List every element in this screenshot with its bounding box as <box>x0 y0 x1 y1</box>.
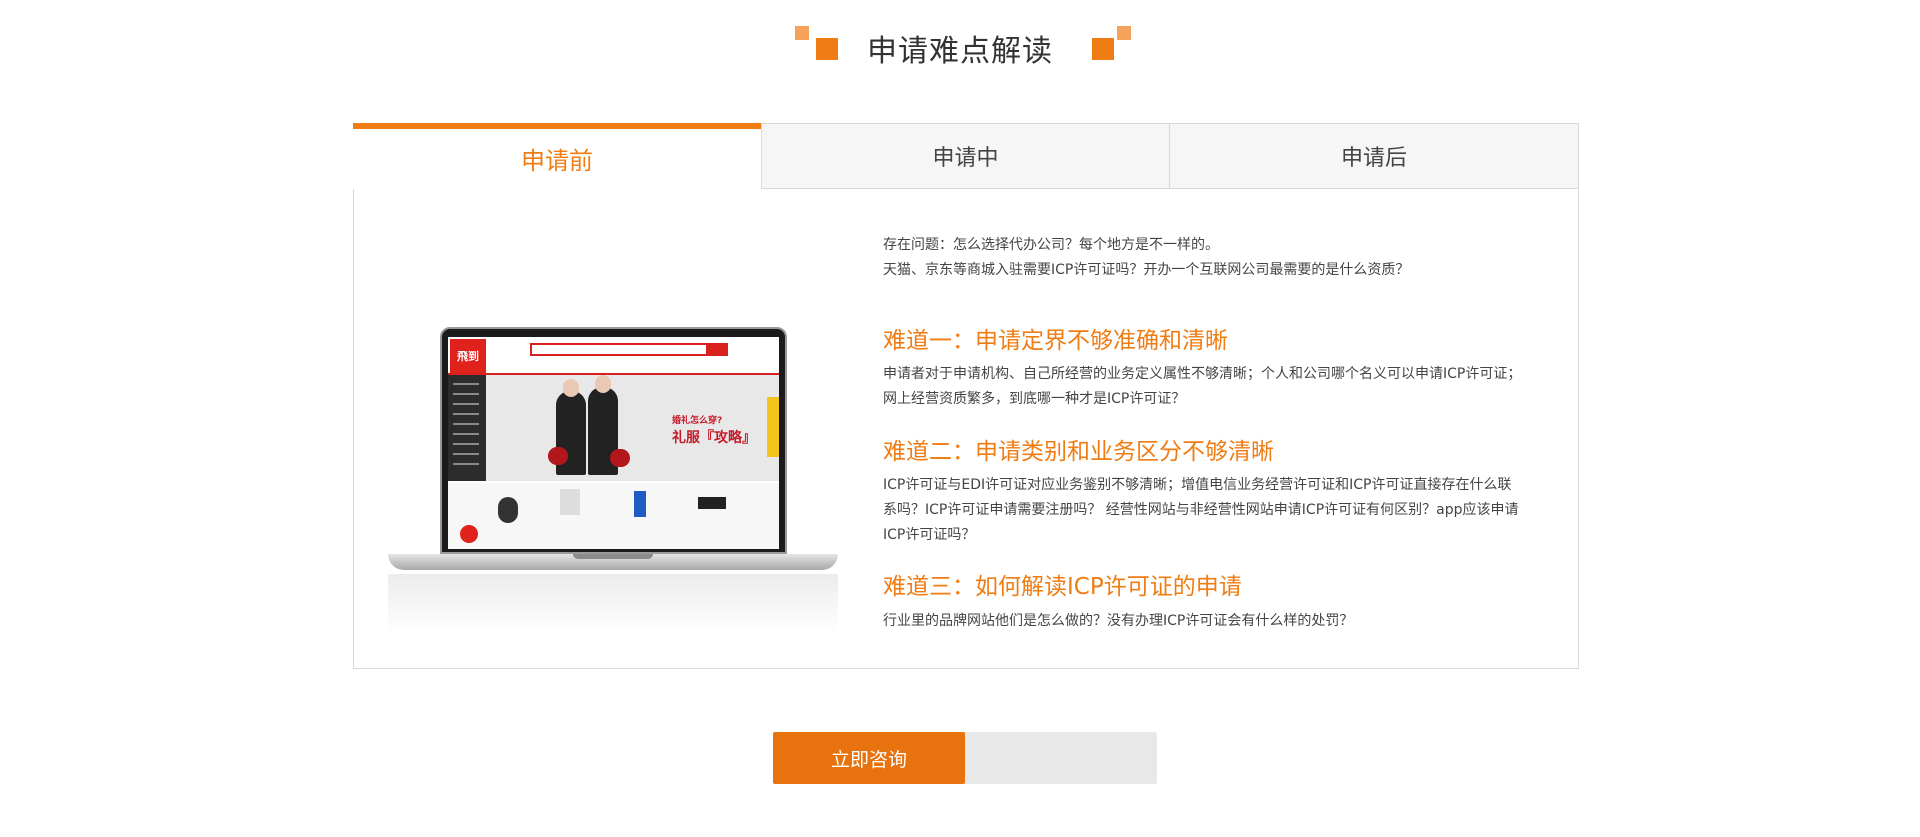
site-products <box>448 483 779 549</box>
sidebar-line <box>453 393 479 395</box>
sidebar-line <box>453 443 479 445</box>
screen-header: 飛到 <box>448 337 779 375</box>
flower-bouquet <box>548 447 568 465</box>
decor-square-icon <box>1092 38 1114 60</box>
product-bottle <box>634 491 646 517</box>
sidebar-line <box>453 453 479 455</box>
difficulty-body: 行业里的品牌网站他们是怎么做的？没有办理ICP许可证会有什么样的处罚？ <box>883 613 1354 629</box>
problem-block: 存在问题：怎么选择代办公司？每个地方是不一样的。 天猫、京东等商城入驻需要ICP… <box>883 233 1523 283</box>
carousel-dots <box>658 473 698 488</box>
product-badge <box>460 525 478 543</box>
site-search-box <box>530 343 710 356</box>
sidebar-line <box>453 423 479 425</box>
sidebar-line <box>453 403 479 405</box>
decor-square-icon <box>1117 26 1131 40</box>
tab-during-apply[interactable]: 申请中 <box>761 123 1170 189</box>
banner-side-ad <box>767 397 779 457</box>
flower-bouquet <box>610 449 630 467</box>
sidebar-line <box>453 383 479 385</box>
difficulty-heading: 难道一：申请定界不够准确和清晰 <box>883 328 1228 354</box>
tab-bar: 申请前 申请中 申请后 <box>353 123 1579 189</box>
sidebar-line <box>453 433 479 435</box>
consult-button[interactable]: 立即咨询 <box>773 732 965 784</box>
sidebar-line <box>453 413 479 415</box>
site-sidebar <box>448 375 486 481</box>
consult-bar: 立即咨询 <box>773 732 1157 784</box>
site-logo: 飛到 <box>450 339 486 373</box>
banner-text: 婚礼怎么穿? <box>672 416 723 426</box>
model-face <box>595 375 611 393</box>
difficulty-heading: 难道二：申请类别和业务区分不够清晰 <box>883 439 1274 465</box>
problem-line: 天猫、京东等商城入驻需要ICP许可证吗？开办一个互联网公司最需要的是什么资质？ <box>883 262 1410 278</box>
model-face <box>563 379 579 397</box>
product-shirt <box>560 489 580 515</box>
section-title: 申请难点解读 <box>867 34 1053 69</box>
tab-before-apply[interactable]: 申请前 <box>353 123 761 189</box>
banner-text: 礼服『攻略』 <box>672 430 756 446</box>
problem-line: 存在问题：怎么选择代办公司？每个地方是不一样的。 <box>883 237 1219 253</box>
product-watch <box>498 497 518 523</box>
tab-after-apply[interactable]: 申请后 <box>1170 123 1579 189</box>
sidebar-line <box>453 463 479 465</box>
product-drone <box>698 497 726 509</box>
section-header: 申请难点解读 <box>0 20 1920 80</box>
difficulty-heading: 难道三：如何解读ICP许可证的申请 <box>883 574 1242 600</box>
site-banner: 婚礼怎么穿? 礼服『攻略』 <box>486 375 779 488</box>
site-search-button <box>706 343 728 356</box>
laptop-screen: 飛到 婚礼怎么穿? 礼服『攻略』 <box>448 337 779 549</box>
laptop-notch <box>573 554 653 559</box>
laptop-reflection <box>388 574 838 634</box>
laptop-illustration: 飛到 婚礼怎么穿? 礼服『攻略』 <box>388 324 838 644</box>
difficulty-body: ICP许可证与EDI许可证对应业务鉴别不够清晰；增值电信业务经营许可证和ICP许… <box>883 477 1519 543</box>
difficulty-body: 申请者对于申请机构、自己所经营的业务定义属性不够清晰；个人和公司哪个名义可以申请… <box>883 366 1522 407</box>
